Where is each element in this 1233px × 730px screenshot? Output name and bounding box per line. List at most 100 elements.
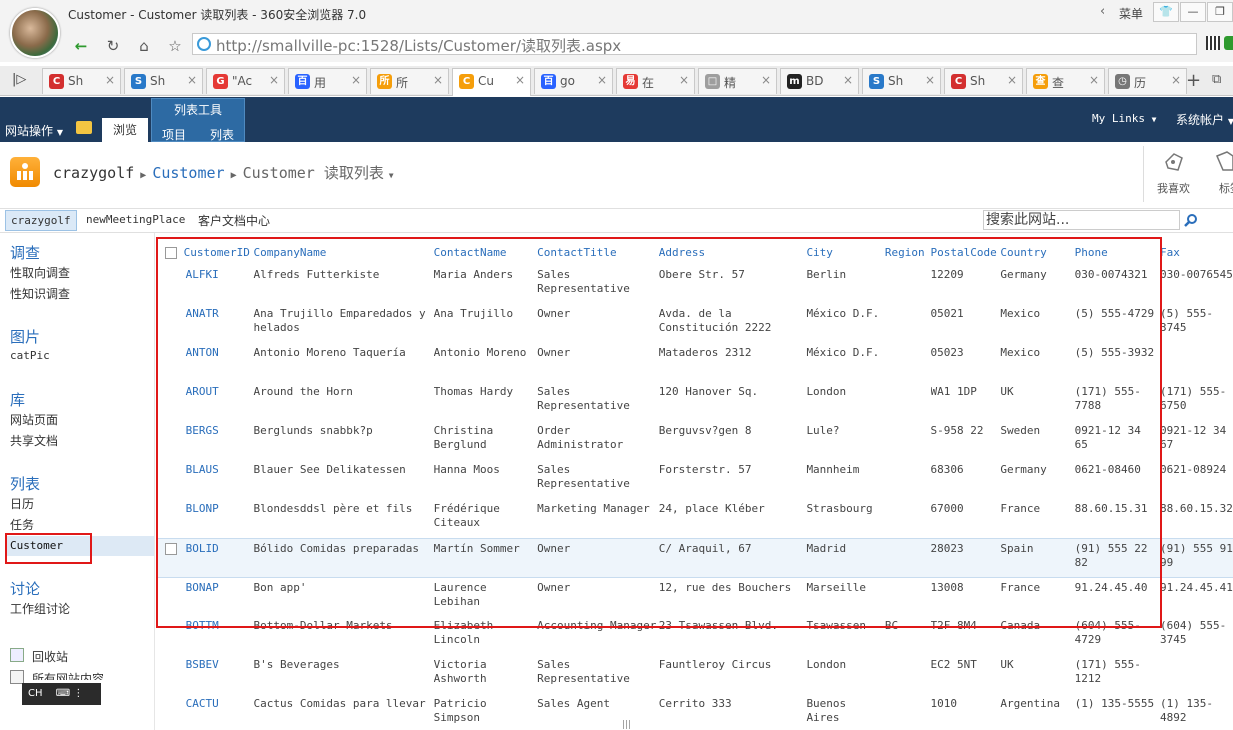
tab-list[interactable]: 列表 (210, 126, 234, 143)
column-header-companyname[interactable]: CompanyName (253, 240, 433, 265)
column-header-postalcode[interactable]: PostalCode (931, 240, 1001, 265)
cell-customerid[interactable]: BLAUS (184, 460, 254, 499)
list-row[interactable]: BOLID Bólido Comidas preparadas Martín Som… (157, 537, 1233, 578)
column-header-phone[interactable]: Phone (1075, 240, 1160, 265)
browser-tab[interactable]: m BD × (780, 68, 859, 94)
like-icon[interactable] (1160, 148, 1188, 176)
browser-tab[interactable]: S Sh × (124, 68, 203, 94)
browser-tab[interactable]: □ 精 × (698, 68, 777, 94)
column-header-contactname[interactable]: ContactName (434, 240, 538, 265)
minimize-icon[interactable]: — (1180, 2, 1206, 22)
list-row[interactable]: BOTTM Bottom-Dollar Markets Elizabeth Linc… (157, 616, 1233, 655)
breadcrumb-list[interactable]: Customer (152, 164, 224, 182)
nav-item-site-pages[interactable]: 网站页面 (10, 411, 58, 428)
column-header-fax[interactable]: Fax (1160, 240, 1233, 265)
column-header-region[interactable]: Region (885, 240, 931, 265)
like-label[interactable]: 我喜欢 (1157, 180, 1190, 196)
tag-icon[interactable] (1215, 148, 1233, 176)
search-input[interactable]: 搜索此网站... (983, 210, 1180, 230)
cell-customerid[interactable]: ANTON (184, 343, 254, 382)
skin-icon[interactable]: 👕 (1153, 2, 1179, 22)
column-header-customerid[interactable]: CustomerID (184, 240, 254, 265)
close-tab-icon[interactable]: × (351, 73, 361, 87)
browser-tab[interactable]: 百用 × (288, 68, 367, 94)
browser-tab[interactable]: C Sh × (42, 68, 121, 94)
cell-customerid[interactable]: BSBEV (184, 655, 254, 694)
cell-customerid[interactable]: BLONP (184, 499, 254, 538)
cell-customerid[interactable]: ALFKI (184, 265, 254, 304)
list-row[interactable]: BLAUS Blauer See Delikatessen Hanna Moos Sa… (157, 460, 1233, 499)
column-header-city[interactable]: City (806, 240, 884, 265)
qr-code-icon[interactable] (1206, 36, 1220, 50)
tab-list-icon[interactable]: ⧉ (1212, 72, 1221, 87)
close-tab-icon[interactable]: × (105, 73, 115, 87)
close-tab-icon[interactable]: × (1089, 73, 1099, 87)
nav-heading-surveys[interactable]: 调查 (10, 242, 40, 263)
back-arrow-icon[interactable]: ← (70, 35, 92, 57)
column-header-contacttitle[interactable]: ContactTitle (537, 240, 659, 265)
cell-customerid[interactable]: CACTU (184, 694, 254, 730)
tab-items[interactable]: 项目 (162, 126, 186, 143)
top-nav-newmeetingplace[interactable]: newMeetingPlace (86, 213, 185, 226)
browser-tab[interactable]: ◷ 历 × (1108, 68, 1187, 94)
nav-item-calendar[interactable]: 日历 (10, 495, 34, 512)
ime-indicator[interactable]: CH ⌨ ⋮ (22, 683, 101, 705)
restore-icon[interactable]: ❐ (1207, 2, 1233, 22)
browser-tab[interactable]: 百 go × (534, 68, 613, 94)
column-header-address[interactable]: Address (659, 240, 807, 265)
nav-item-shared-docs[interactable]: 共享文档 (10, 432, 58, 449)
close-tab-icon[interactable]: × (843, 73, 853, 87)
list-row[interactable]: BERGS Berglunds snabbk?p Christina Berglun… (157, 421, 1233, 460)
cell-customerid[interactable]: BOLID (183, 537, 254, 578)
close-tab-icon[interactable]: × (925, 73, 935, 87)
close-tab-icon[interactable]: × (269, 73, 279, 87)
folder-navigate-icon[interactable] (76, 121, 92, 134)
nav-all-content[interactable]: 所有网站内容 (32, 670, 104, 680)
browser-tab[interactable]: 查查 × (1026, 68, 1105, 94)
extension-icon[interactable] (1224, 36, 1233, 50)
menu-button[interactable]: 菜单 (1119, 5, 1143, 22)
view-name[interactable]: 读取列表 (324, 164, 384, 182)
nav-heading-lists[interactable]: 列表 (10, 473, 40, 494)
browser-tab[interactable]: C Cu × (452, 68, 531, 96)
row-checkbox[interactable] (165, 542, 177, 555)
view-dropdown-icon[interactable]: ▼ (384, 171, 394, 180)
close-tab-icon[interactable]: × (761, 73, 771, 87)
cell-customerid[interactable]: ANATR (184, 304, 254, 343)
list-row[interactable]: CACTU Cactus Comidas para llevar Patricio … (157, 694, 1233, 730)
list-row[interactable]: BSBEV B's Beverages Victoria Ashworth Sales… (157, 655, 1233, 694)
site-logo-icon[interactable] (10, 157, 40, 187)
close-tab-icon[interactable]: × (433, 73, 443, 87)
nav-recycle-bin[interactable]: 回收站 (32, 648, 68, 665)
cell-customerid[interactable]: BONAP (184, 577, 254, 616)
my-links-menu[interactable]: My Links ▼ (1092, 112, 1156, 125)
account-menu[interactable]: 系统帐户 ▼ (1176, 111, 1233, 128)
sidebar-toggle-icon[interactable]: |▷ (12, 72, 26, 87)
list-row[interactable]: ANTON Antonio Moreno Taquería Antonio More… (157, 343, 1233, 382)
browser-tab[interactable]: G "Ac × (206, 68, 285, 94)
close-tab-icon[interactable]: × (187, 73, 197, 87)
list-row[interactable]: BLONP Blondesddsl père et fils Frédérique … (157, 499, 1233, 538)
new-tab-icon[interactable]: + (1186, 70, 1201, 91)
scrollbar-grip-icon[interactable]: ||| (622, 720, 631, 730)
user-avatar[interactable] (10, 8, 60, 58)
close-tab-icon[interactable]: × (1007, 73, 1017, 87)
url-text[interactable]: http://smallville-pc:1528/Lists/Customer… (216, 35, 621, 56)
nav-item-team-discussion[interactable]: 工作组讨论 (10, 600, 70, 617)
browser-tab[interactable]: S Sh × (862, 68, 941, 94)
tag-label[interactable]: 标签 (1219, 180, 1233, 196)
browser-tab[interactable]: 易在 × (616, 68, 695, 94)
cell-customerid[interactable]: BERGS (184, 421, 254, 460)
nav-item-catpic[interactable]: catPic (10, 349, 50, 362)
breadcrumb-site[interactable]: crazygolf (53, 164, 134, 182)
close-tab-icon[interactable]: × (597, 73, 607, 87)
cell-customerid[interactable]: BOTTM (184, 616, 254, 655)
cell-customerid[interactable]: AROUT (184, 382, 254, 421)
nav-heading-pictures[interactable]: 图片 (10, 326, 40, 347)
select-all-checkbox[interactable] (165, 247, 177, 259)
nav-heading-libraries[interactable]: 库 (10, 389, 25, 410)
close-tab-icon[interactable]: × (679, 73, 689, 87)
list-row[interactable]: BONAP Bon app' Laurence Lebihan Owner 12, ru… (157, 577, 1233, 616)
nav-item-survey-2[interactable]: 性知识调查 (10, 285, 70, 302)
top-nav-crazygolf[interactable]: crazygolf (5, 210, 77, 231)
